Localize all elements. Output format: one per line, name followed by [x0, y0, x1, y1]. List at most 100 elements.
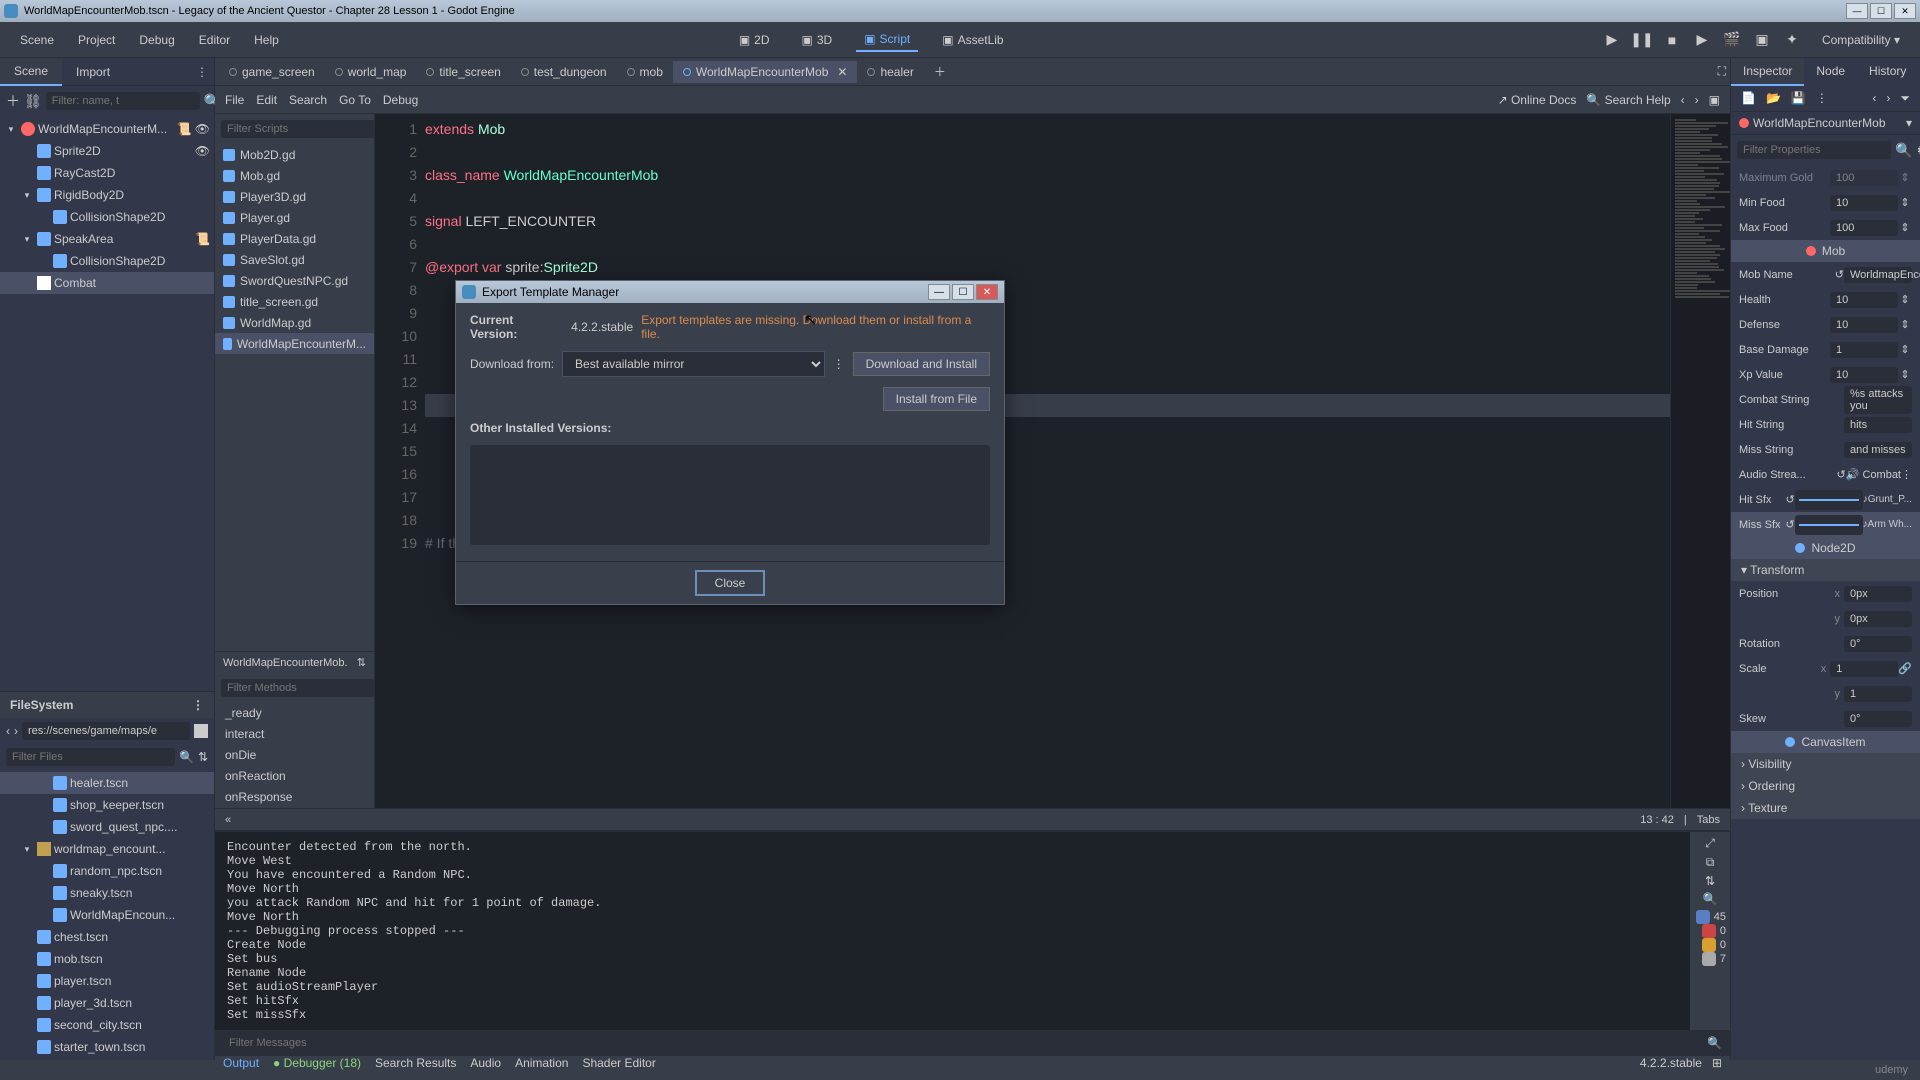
- online-docs-link[interactable]: ↗ Online Docs: [1498, 93, 1577, 107]
- scene-node[interactable]: CollisionShape2D: [0, 206, 214, 228]
- play-button[interactable]: ▶: [1602, 30, 1622, 50]
- bottom-tab[interactable]: Animation: [515, 1056, 568, 1070]
- fs-item[interactable]: random_npc.tscn: [0, 860, 214, 882]
- open-icon[interactable]: 📂: [1766, 91, 1781, 106]
- menu-editor[interactable]: Editor: [187, 27, 242, 53]
- property-list[interactable]: Maximum Gold100⇕Min Food10⇕Max Food100⇕M…: [1731, 165, 1920, 1060]
- property-row[interactable]: y1: [1731, 681, 1920, 706]
- tab-inspector[interactable]: Inspector: [1731, 58, 1804, 86]
- fs-item[interactable]: sneaky.tscn: [0, 882, 214, 904]
- scene-node[interactable]: ▾WorldMapEncounterM...📜 👁: [0, 118, 214, 140]
- property-row[interactable]: Hit Stringhits: [1731, 412, 1920, 437]
- minimap[interactable]: [1670, 114, 1730, 808]
- link-node-icon[interactable]: ⛓: [24, 92, 42, 110]
- method-item[interactable]: onReaction: [215, 766, 374, 787]
- method-list[interactable]: _readyinteractonDieonReactiononResponse: [215, 703, 374, 808]
- hist-menu-icon[interactable]: ⏷: [1900, 91, 1910, 106]
- scene-node[interactable]: RayCast2D: [0, 162, 214, 184]
- fs-item[interactable]: mob.tscn: [0, 948, 214, 970]
- property-section[interactable]: › Ordering: [1731, 775, 1920, 797]
- layout-icon[interactable]: ⊞: [1712, 1056, 1722, 1070]
- script-file[interactable]: SwordQuestNPC.gd: [215, 270, 374, 291]
- bottom-tab[interactable]: Audio: [470, 1056, 501, 1070]
- menu-scene[interactable]: Scene: [8, 27, 66, 53]
- property-row[interactable]: Min Food10⇕: [1731, 190, 1920, 215]
- add-tab-button[interactable]: ＋: [924, 59, 956, 84]
- script-file[interactable]: Mob.gd: [215, 165, 374, 186]
- tab-node[interactable]: Node: [1804, 58, 1857, 86]
- fs-path[interactable]: res://scenes/game/maps/e: [22, 722, 190, 740]
- filter-methods-input[interactable]: [221, 679, 375, 697]
- script-file[interactable]: WorldMapEncounterM...: [215, 333, 374, 354]
- fs-item[interactable]: player.tscn: [0, 970, 214, 992]
- property-row[interactable]: Xp Value10⇕: [1731, 362, 1920, 387]
- nav-fwd-icon[interactable]: ›: [14, 724, 18, 738]
- log-count-badge[interactable]: 0: [1694, 938, 1726, 952]
- script-list[interactable]: Mob2D.gdMob.gdPlayer3D.gdPlayer.gdPlayer…: [215, 144, 374, 651]
- log-count-badge[interactable]: 7: [1694, 952, 1726, 966]
- scene-node[interactable]: CollisionShape2D: [0, 250, 214, 272]
- fs-item[interactable]: chest.tscn: [0, 926, 214, 948]
- fs-item[interactable]: WorldMapEncoun...: [0, 904, 214, 926]
- script-menu-go-to[interactable]: Go To: [339, 93, 371, 107]
- hist-back-icon[interactable]: ‹: [1872, 91, 1876, 106]
- viewport-tab-3d[interactable]: ▣3D: [794, 28, 841, 52]
- play-scene-button[interactable]: 🎬: [1722, 30, 1742, 50]
- script-file[interactable]: Mob2D.gd: [215, 144, 374, 165]
- viewport-tab-2d[interactable]: ▣2D: [731, 28, 778, 52]
- fs-item[interactable]: player_3d.tscn: [0, 992, 214, 1014]
- method-item[interactable]: _ready: [215, 703, 374, 724]
- fs-item[interactable]: second_city.tscn: [0, 1014, 214, 1036]
- expand-icon[interactable]: ⤢: [1705, 836, 1715, 851]
- fs-item[interactable]: test_dungeon.tscn: [0, 1058, 214, 1060]
- add-node-icon[interactable]: ＋: [6, 92, 20, 110]
- fs-item[interactable]: healer.tscn: [0, 772, 214, 794]
- filter-icon[interactable]: 🔍: [1703, 892, 1718, 906]
- property-section[interactable]: ▾ Transform: [1731, 559, 1920, 581]
- dialog-x-button[interactable]: ✕: [976, 284, 998, 300]
- method-item[interactable]: interact: [215, 724, 374, 745]
- play-remote-button[interactable]: ▶: [1692, 30, 1712, 50]
- property-row[interactable]: Rotation0°: [1731, 631, 1920, 656]
- filter-properties-input[interactable]: [1737, 141, 1891, 159]
- property-row[interactable]: Mob Name↺WorldmapEnco: [1731, 262, 1920, 287]
- maximize-button[interactable]: ☐: [1870, 3, 1892, 19]
- tab-scene[interactable]: Scene: [0, 58, 62, 86]
- property-row[interactable]: Scalex1🔗: [1731, 656, 1920, 681]
- bottom-tab[interactable]: Search Results: [375, 1056, 456, 1070]
- search-icon[interactable]: 🔍: [179, 750, 194, 764]
- scene-tab[interactable]: test_dungeon: [511, 61, 617, 83]
- renderer-select[interactable]: Compatibility ▾: [1810, 29, 1912, 51]
- dialog-minimize-button[interactable]: —: [928, 284, 950, 300]
- scene-node[interactable]: ▾RigidBody2D: [0, 184, 214, 206]
- nav-back-icon[interactable]: ‹: [6, 724, 10, 738]
- scene-node[interactable]: Sprite2D👁: [0, 140, 214, 162]
- filter-messages-input[interactable]: [223, 1034, 1707, 1052]
- viewport-tab-assetlib[interactable]: ▣AssetLib: [934, 28, 1011, 52]
- fs-item[interactable]: sword_quest_npc....: [0, 816, 214, 838]
- scene-tab[interactable]: WorldMapEncounterMob✕: [673, 61, 858, 83]
- script-file[interactable]: Player.gd: [215, 207, 374, 228]
- stop-button[interactable]: ■: [1662, 30, 1682, 50]
- menu-debug[interactable]: Debug: [127, 27, 186, 53]
- scene-tab[interactable]: title_screen: [416, 61, 510, 83]
- property-row[interactable]: y0px: [1731, 606, 1920, 631]
- sort-icon[interactable]: ⇅: [357, 656, 366, 669]
- property-row[interactable]: Max Food100⇕: [1731, 215, 1920, 240]
- property-row[interactable]: Base Damage1⇕: [1731, 337, 1920, 362]
- new-icon[interactable]: 📄: [1741, 91, 1756, 106]
- property-row[interactable]: Combat String%s attacks you: [1731, 387, 1920, 412]
- output-log[interactable]: Encounter detected from the north. Move …: [215, 832, 1690, 1030]
- search-icon[interactable]: 🔍: [1707, 1036, 1722, 1050]
- nav-next-icon[interactable]: ›: [1695, 93, 1699, 107]
- property-row[interactable]: Miss Sfx↺♪Arm Wh...: [1731, 512, 1920, 537]
- script-menu-edit[interactable]: Edit: [256, 93, 277, 107]
- scene-node[interactable]: ▾SpeakArea📜: [0, 228, 214, 250]
- sort-icon[interactable]: ⇅: [1705, 874, 1715, 888]
- copy-icon[interactable]: ⧉: [1706, 855, 1715, 870]
- fs-item[interactable]: shop_keeper.tscn: [0, 794, 214, 816]
- scene-node[interactable]: Combat: [0, 272, 214, 294]
- scene-filter-input[interactable]: [46, 92, 200, 110]
- script-file[interactable]: PlayerData.gd: [215, 228, 374, 249]
- bottom-tab[interactable]: Shader Editor: [582, 1056, 655, 1070]
